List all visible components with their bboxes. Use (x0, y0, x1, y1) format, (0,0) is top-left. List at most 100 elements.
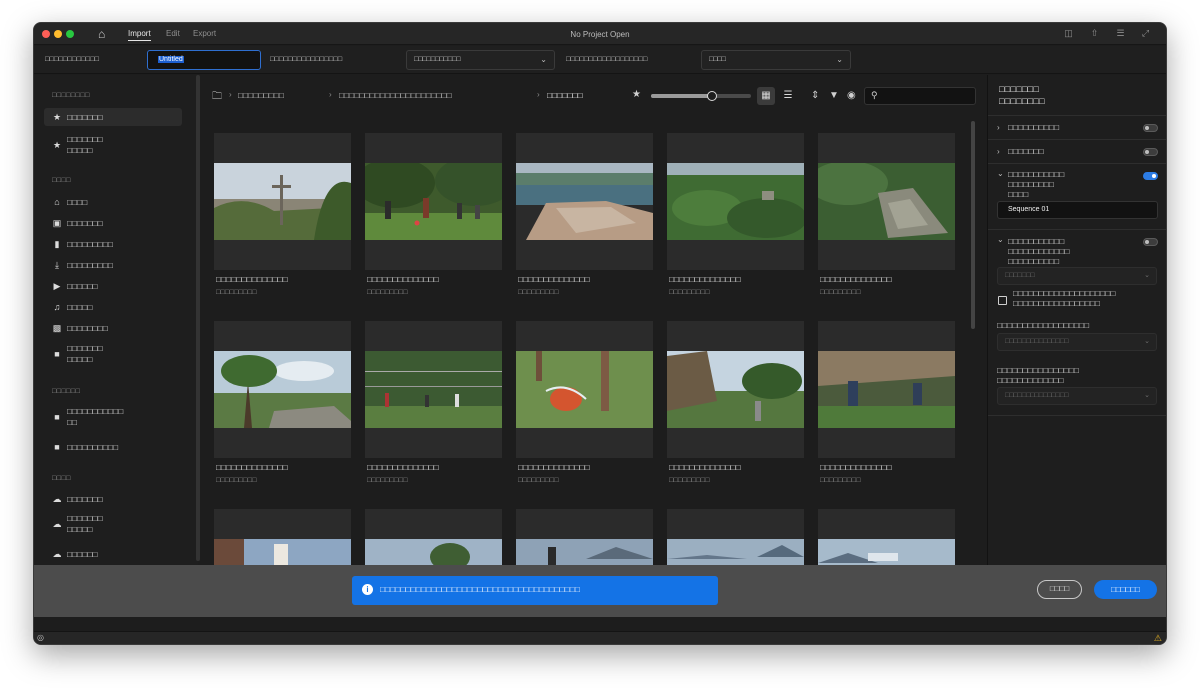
chevron-right-icon: › (229, 90, 232, 99)
warning-icon[interactable]: ⚠ (1154, 633, 1162, 644)
star-icon: ★ (52, 112, 62, 122)
close-window-button[interactable] (42, 30, 50, 38)
dropdown-value: □□□□□□□ (1005, 272, 1035, 279)
tab-import[interactable]: Import (128, 29, 151, 41)
thumbnail-frame (667, 509, 804, 565)
breadcrumb-item-1[interactable]: □□□□□□□□□ (238, 91, 284, 100)
cloud-header: □□□□ (52, 475, 71, 482)
home-icon[interactable]: ⌂ (98, 27, 105, 41)
media-title: □□□□□□□□□□□□□□ (820, 463, 892, 472)
media-title: □□□□□□□□□□□□□□ (820, 275, 892, 284)
thumbnail-image (667, 539, 804, 565)
sidebar-item-label: □□□□□□□ (67, 113, 103, 122)
checkbox-label: □□□□□□□□□□□□□□□□□□□□ □□□□□□□□□□□□□□□□□ (1013, 289, 1116, 308)
media-meta: □□□□□□□□□ (820, 477, 861, 484)
zoom-window-button[interactable] (66, 30, 74, 38)
desktop-icon: ▣ (52, 218, 62, 228)
tab-export[interactable]: Export (193, 29, 216, 38)
media-meta: □□□□□□□□□ (669, 289, 710, 296)
minimize-window-button[interactable] (54, 30, 62, 38)
thumbnail-image (214, 539, 351, 565)
sidebar-item-favorite-1[interactable]: ★ □□□□□□□ (44, 108, 182, 126)
media-title: □□□□□□□□□□□□□□ (518, 463, 590, 472)
sidebar-item-cloud-3[interactable]: ☁ □□□□□□ (44, 545, 182, 563)
thumbnail-image (516, 163, 653, 240)
chevron-right-icon: › (997, 123, 1000, 132)
sidebar-item-cloud-1[interactable]: ☁ □□□□□□□ (44, 490, 182, 508)
thumbnail-image (516, 539, 653, 565)
chevron-down-icon: ⌄ (836, 55, 843, 64)
sidebar-item-music[interactable]: ♫ □□□□□ (44, 298, 182, 316)
location-dropdown[interactable]: □□□□□□□□□□□ ⌄ (406, 50, 555, 70)
sort-icon[interactable]: ⇕ (811, 89, 819, 103)
settings-icon[interactable]: ☰ (1115, 28, 1126, 38)
zoom-slider-handle[interactable] (707, 91, 717, 101)
dropdown-value: □□□□□□□□□□□□□□□ (1005, 338, 1069, 345)
filter-icon[interactable]: ▼ (829, 89, 839, 103)
setting-toggle[interactable] (1143, 124, 1158, 132)
recent-header: □□□□□□ (52, 388, 81, 395)
project-name-input[interactable]: Untitled (147, 50, 261, 70)
setting-row-1[interactable]: › □□□□□□□□□□ (988, 115, 1166, 139)
grid-view-button[interactable]: ▦ (757, 87, 775, 105)
chevron-down-icon: ⌄ (997, 169, 1004, 178)
setting-toggle[interactable] (1143, 238, 1158, 246)
chevron-down-icon: ⌄ (997, 235, 1004, 244)
sidebar-item-recent-1[interactable]: ■ □□□□□□□□□□□ □□ (44, 404, 182, 430)
media-meta: □□□□□□□□□ (216, 477, 257, 484)
chevron-down-icon: ⌄ (1144, 338, 1150, 345)
info-icon: i (362, 584, 373, 595)
media-title: □□□□□□□□□□□□□□ (216, 463, 288, 472)
sidebar-scrollbar[interactable] (196, 75, 200, 561)
checkbox[interactable] (998, 296, 1007, 305)
thumbnail-zoom-slider[interactable] (651, 91, 751, 101)
setting-label: □□□□□□□ (1008, 147, 1044, 156)
sidebar-item-folder[interactable]: ■ □□□□□□□ □□□□□ (44, 341, 182, 367)
tab-edit[interactable]: Edit (166, 29, 180, 38)
cancel-button[interactable]: □□□□ (1037, 580, 1082, 599)
share-icon[interactable]: ⇧ (1089, 28, 1100, 38)
sidebar-item-home[interactable]: ⌂ □□□□ (44, 193, 182, 211)
sidebar-item-recent-2[interactable]: ■ □□□□□□□□□□ (44, 438, 182, 456)
folder-icon[interactable]: 🗀 (212, 89, 222, 106)
sidebar-item-label: □□□□□□□□□□ (67, 443, 119, 452)
panel-icon[interactable]: ◫ (1063, 28, 1074, 38)
sidebar-item-favorite-2[interactable]: ★ □□□□□□□ □□□□□ (44, 132, 182, 158)
status-icon[interactable]: ◎ (37, 633, 44, 642)
project-name-value: Untitled (158, 56, 184, 63)
disabled-dropdown: □□□□□□□□□□□□□□□ ⌄ (997, 387, 1157, 405)
sequence-name-input[interactable]: Sequence 01 (997, 201, 1158, 219)
setting-toggle[interactable] (1143, 172, 1158, 180)
folder-icon: ■ (54, 349, 60, 359)
sidebar-item-documents[interactable]: ▮ □□□□□□□□□ (44, 235, 182, 253)
folder-icon: ■ (54, 442, 60, 452)
sidebar-item-label: □□□□□□□ (67, 495, 103, 504)
preset-dropdown[interactable]: □□□□ ⌄ (701, 50, 851, 70)
setting-row-3[interactable]: ⌄ □□□□□□□□□□□ □□□□□□□□□ □□□□ Sequence 01 (988, 163, 1166, 229)
sidebar-item-label: □□□□□□□□□ (67, 240, 114, 249)
grid-scrollbar[interactable] (971, 121, 975, 329)
setting-row-2[interactable]: › □□□□□□□ (988, 139, 1166, 163)
thumbnail-image (365, 351, 502, 428)
eye-icon[interactable]: ◉ (847, 89, 856, 103)
media-meta: □□□□□□□□□ (367, 477, 408, 484)
sidebar-item-cloud-2[interactable]: ☁ □□□□□□□ □□□□□ (44, 511, 182, 537)
sidebar-item-pictures[interactable]: ▩ □□□□□□□□ (44, 319, 182, 337)
thumbnail-frame (667, 133, 804, 270)
media-meta: □□□□□□□□□ (518, 477, 559, 484)
sidebar-item-movies[interactable]: ▶ □□□□□□ (44, 277, 182, 295)
star-icon[interactable]: ★ (632, 89, 641, 100)
toast-message: □□□□□□□□□□□□□□□□□□□□□□□□□□□□□□□□□□□□□□□ (380, 585, 581, 594)
sidebar-item-downloads[interactable]: ⤓ □□□□□□□□□ (44, 256, 182, 274)
fullscreen-icon[interactable]: ⤢ (1140, 28, 1151, 38)
download-icon: ⤓ (55, 260, 59, 270)
sidebar-item-desktop[interactable]: ▣ □□□□□□□ (44, 214, 182, 232)
search-input[interactable]: ⚲ (864, 87, 976, 105)
disabled-dropdown: □□□□□□□□□□□□□□□ ⌄ (997, 333, 1157, 351)
import-button[interactable]: □□□□□□ (1094, 580, 1157, 599)
setting-toggle[interactable] (1143, 148, 1158, 156)
setting-row-4[interactable]: ⌄ □□□□□□□□□□□ □□□□□□□□□□□□ □□□□□□□□□□ □□… (988, 229, 1166, 415)
list-view-button[interactable]: ☰ (779, 87, 797, 105)
breadcrumb-item-2[interactable]: □□□□□□□□□□□□□□□□□□□□□□ (339, 91, 452, 100)
thumbnail-frame (365, 509, 502, 565)
